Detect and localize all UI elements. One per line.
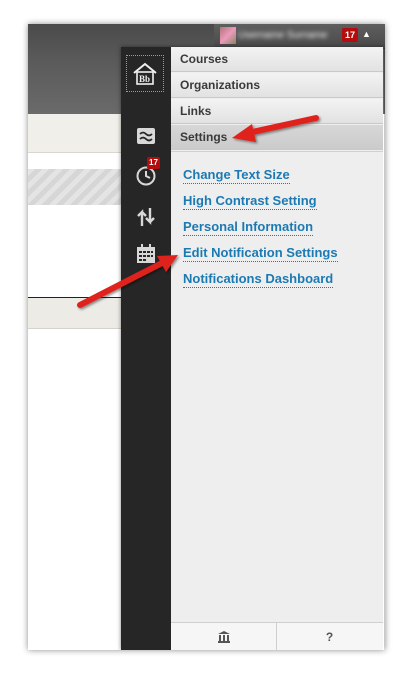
home-button[interactable]: Bb bbox=[126, 55, 164, 92]
link-edit-notification-settings[interactable]: Edit Notification Settings bbox=[183, 245, 338, 262]
notification-count-badge: 17 bbox=[342, 28, 359, 42]
blackboard-home-icon: Bb bbox=[133, 62, 157, 85]
caret-up-icon: ▲ bbox=[362, 29, 371, 39]
notifications-button[interactable]: 17 bbox=[121, 157, 171, 192]
tab-organizations[interactable]: Organizations bbox=[171, 73, 383, 98]
tab-courses[interactable]: Courses bbox=[171, 47, 383, 72]
tab-settings[interactable]: Settings bbox=[171, 125, 383, 150]
global-navigation-menu: Bb 17 Courses Organizations Links Settin… bbox=[121, 47, 384, 650]
user-menu-toggle[interactable]: Username Surname 17 ▲ bbox=[214, 24, 385, 49]
activity-stream-icon bbox=[137, 128, 155, 144]
up-down-arrows-icon bbox=[137, 208, 155, 226]
link-personal-information[interactable]: Personal Information bbox=[183, 219, 314, 236]
username: Username Surname bbox=[238, 30, 328, 41]
activity-stream-button[interactable] bbox=[121, 119, 171, 153]
calendar-button[interactable] bbox=[121, 237, 171, 271]
tab-links[interactable]: Links bbox=[171, 99, 383, 124]
link-change-text-size[interactable]: Change Text Size bbox=[183, 167, 290, 184]
notifications-count-badge: 17 bbox=[147, 157, 160, 169]
browser-frame: Username Surname 17 ▲ Bb 17 Courses Orga… bbox=[28, 24, 385, 650]
settings-links-panel: Change Text Size High Contrast Setting P… bbox=[171, 151, 383, 623]
calendar-icon bbox=[137, 244, 155, 263]
help-button[interactable]: ? bbox=[277, 623, 382, 650]
menu-icon-bar: Bb 17 bbox=[121, 47, 171, 650]
link-high-contrast-setting[interactable]: High Contrast Setting bbox=[183, 193, 317, 210]
striped-band bbox=[28, 169, 128, 205]
menu-panel: Courses Organizations Links Settings Cha… bbox=[171, 47, 383, 650]
institution-icon bbox=[217, 631, 230, 643]
svg-text:Bb: Bb bbox=[139, 74, 150, 84]
menu-footer: ? bbox=[171, 622, 383, 650]
content-band bbox=[28, 298, 128, 329]
page-header-band bbox=[28, 114, 128, 153]
avatar bbox=[220, 27, 236, 44]
institution-home-button[interactable] bbox=[171, 623, 277, 650]
link-notifications-dashboard[interactable]: Notifications Dashboard bbox=[183, 271, 334, 288]
updates-button[interactable] bbox=[121, 200, 171, 234]
